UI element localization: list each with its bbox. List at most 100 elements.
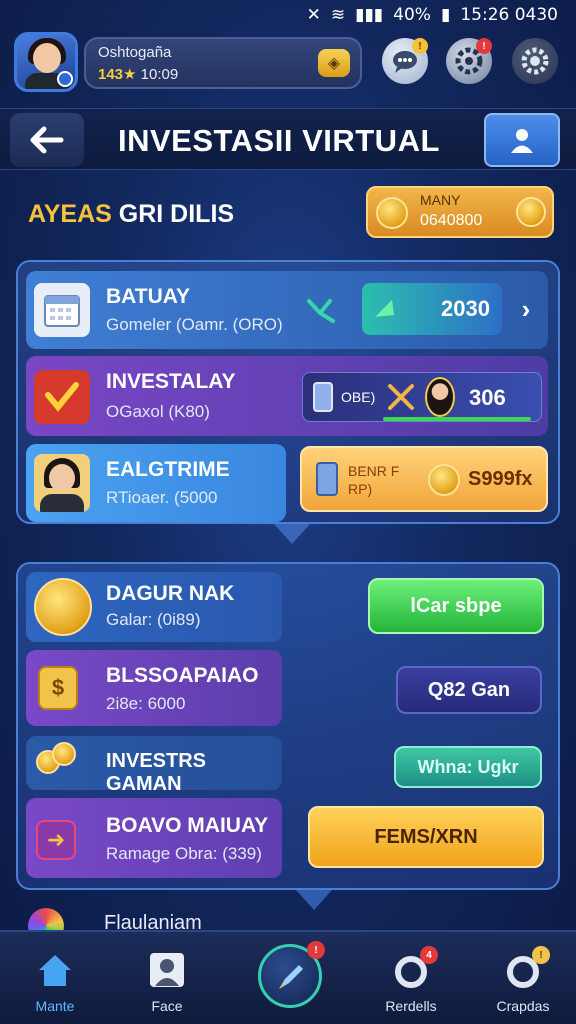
list-item[interactable]: BATUAY Gomeler (Oamr. (ORO) 2030 › xyxy=(26,271,548,349)
stats-chip: OBE) 306 xyxy=(302,372,542,422)
action-button[interactable]: Q82 Gan xyxy=(396,666,542,714)
profile-level: 143★ 10:09 xyxy=(98,65,178,83)
settings-badge: ! xyxy=(476,38,492,54)
chevron-right-icon[interactable]: › xyxy=(510,289,542,329)
clock: 15:26 0430 xyxy=(460,5,558,25)
shield-icon[interactable]: ◈ xyxy=(318,49,350,77)
row-title: INVESTRS GAMAN xyxy=(106,750,207,795)
row-title: EALGTRIME xyxy=(106,458,230,481)
action-button[interactable]: FEMS/XRN xyxy=(308,806,544,868)
stats-tag: OBE) xyxy=(341,389,376,405)
avatar-badge-icon xyxy=(57,71,73,87)
rewards-badge: 4 xyxy=(420,946,438,964)
value-chip: 2030 xyxy=(362,283,502,335)
gear-icon[interactable] xyxy=(512,38,558,84)
list-item[interactable]: ➜ BOAVO MAIUAY Ramage Obra: (339) xyxy=(26,798,282,878)
signal-icon: ▮▮▮ xyxy=(355,5,384,25)
row-title: INVESTALAY xyxy=(106,370,236,393)
section-title: AYEAS GRI DILIS xyxy=(28,200,234,229)
row-subtitle: Ramage Obra: (339) xyxy=(106,844,262,863)
row-value: 2030 xyxy=(441,296,490,321)
row-subtitle: 2i8e: 6000 xyxy=(106,694,186,713)
battery-icon: ▮ xyxy=(440,5,451,25)
user-button[interactable] xyxy=(484,113,560,167)
user-icon xyxy=(511,129,533,153)
nav-item-face[interactable]: Face xyxy=(122,946,212,1022)
nav-label: Crapdas xyxy=(496,998,550,1014)
exit-arrow-icon: ➜ xyxy=(36,820,76,860)
row-subtitle: Galar: (0i89) xyxy=(106,610,201,629)
coin-icon xyxy=(428,464,460,496)
balance-value: 0640800 xyxy=(420,212,483,229)
profile-name: Oshtogaña xyxy=(98,44,172,61)
swords-icon xyxy=(387,383,415,411)
center-badge: ! xyxy=(307,941,325,959)
calendar-icon xyxy=(34,283,90,337)
balance-label: MANY xyxy=(420,192,461,208)
center-action-button[interactable]: ! xyxy=(258,941,325,1008)
section-title-accent: AYEAS xyxy=(28,200,112,228)
money-note-icon: $ xyxy=(38,666,78,710)
balance-card[interactable]: MANY 0640800 xyxy=(366,186,554,238)
phone-icon xyxy=(316,462,338,496)
battery-text: 40% xyxy=(393,5,431,25)
investor-avatar xyxy=(425,377,455,417)
row-title: DAGUR NAK xyxy=(106,582,235,605)
row-subtitle: OGaxol (K80) xyxy=(106,402,210,421)
nav-label: Face xyxy=(151,998,183,1014)
chat-icon[interactable]: ! xyxy=(382,38,428,84)
list-item[interactable]: EALGTRIME RTioaer. (5000 xyxy=(26,444,286,522)
nav-item-home[interactable]: Mante xyxy=(10,946,100,1022)
nav-label: Mante xyxy=(35,998,75,1014)
title-bar: INVESTASII VIRTUAL xyxy=(0,108,576,170)
bottom-nav: Mante Face ! 4 Rerdells ! Crapdas xyxy=(0,930,576,1024)
row-title: BOAVO MAIUAY xyxy=(106,814,269,837)
reward-tag: BENR F RP) xyxy=(348,463,400,497)
avatar xyxy=(34,454,90,512)
row-subtitle: RTioaer. (5000 xyxy=(106,488,218,507)
rocket-icon xyxy=(279,965,303,989)
profile-time: 10:09 xyxy=(140,66,179,83)
home-icon xyxy=(39,955,71,986)
coins-icon-2 xyxy=(52,742,76,766)
row-value: 306 xyxy=(469,385,506,410)
arrow-up-icon xyxy=(372,295,398,321)
profile-card[interactable]: Oshtogaña 143★ 10:09 ◈ xyxy=(84,37,362,89)
portrait-icon xyxy=(150,953,184,987)
wifi-icon: ≋ xyxy=(330,5,346,25)
list-item[interactable]: $ BLSSOAPAIAO 2i8e: 6000 xyxy=(26,650,282,726)
settings-badge-icon[interactable]: ! xyxy=(446,38,492,84)
list-item[interactable]: INVESTALAY OGaxol (K80) OBE) 306 xyxy=(26,356,548,436)
action-button[interactable]: lCar sbpe xyxy=(368,578,544,634)
row-title: BATUAY xyxy=(106,285,191,308)
page-title: INVESTASII VIRTUAL xyxy=(118,123,440,158)
back-button[interactable] xyxy=(10,113,84,167)
avatar[interactable] xyxy=(14,32,78,92)
coin-stack-icon xyxy=(376,197,408,229)
section-title-rest: GRI DILIS xyxy=(111,200,235,228)
profile-level-value: 143★ xyxy=(98,66,137,83)
progress-bar xyxy=(383,417,531,421)
list-item[interactable]: DAGUR NAK Galar: (0i89) xyxy=(26,572,282,642)
action-button[interactable]: Whna: Ugkr xyxy=(394,746,542,788)
phone-icon xyxy=(313,382,333,412)
nav-item-rewards[interactable]: 4 Rerdells xyxy=(366,946,456,1022)
nav-label: Rerdells xyxy=(385,998,437,1014)
reward-chip[interactable]: BENR F RP) S999fx xyxy=(300,446,548,512)
row-subtitle: Gomeler (Oamr. (ORO) xyxy=(106,315,283,334)
panel-pointer xyxy=(274,524,310,544)
cards-badge: ! xyxy=(532,946,550,964)
panel-pointer xyxy=(296,890,332,910)
mute-icon: ✕ xyxy=(306,5,321,25)
trend-icon xyxy=(306,295,336,325)
coin-icon xyxy=(516,197,546,227)
badge-check-icon xyxy=(34,370,90,424)
target-coin-icon xyxy=(34,578,92,636)
arrow-left-icon xyxy=(30,126,64,154)
chat-badge: ! xyxy=(412,38,428,54)
row-value: S999fx xyxy=(468,468,533,490)
nav-item-cards[interactable]: ! Crapdas xyxy=(478,946,568,1022)
status-bar: ✕ ≋ ▮▮▮ 40% ▮ 15:26 0430 xyxy=(0,0,576,30)
list-item[interactable]: INVESTRS GAMAN xyxy=(26,736,282,795)
row-title: BLSSOAPAIAO xyxy=(106,664,259,687)
